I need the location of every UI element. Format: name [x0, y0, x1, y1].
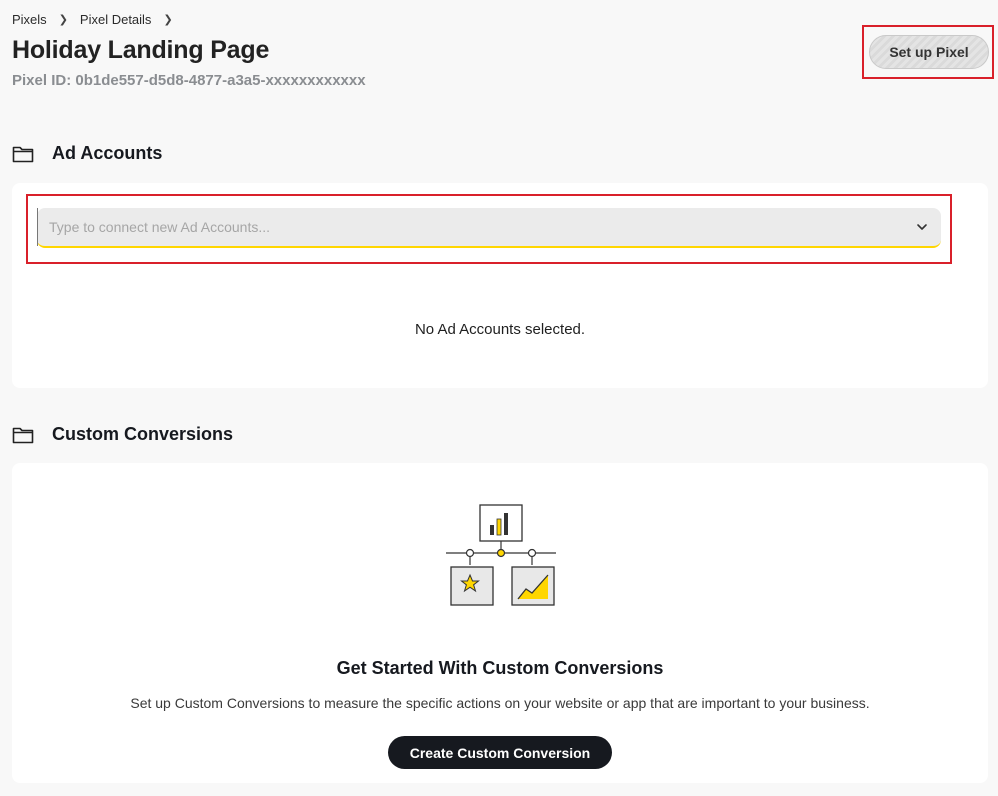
ad-accounts-card: No Ad Accounts selected. — [12, 183, 988, 388]
page-title: Holiday Landing Page — [12, 36, 270, 64]
breadcrumb-item-pixels[interactable]: Pixels — [12, 12, 47, 27]
breadcrumb: Pixels ❯ Pixel Details ❯ — [12, 12, 185, 27]
custom-conversions-heading-label: Custom Conversions — [52, 424, 234, 444]
breadcrumb-item-pixel-details[interactable]: Pixel Details — [80, 12, 152, 27]
ad-accounts-select-highlight — [26, 194, 952, 264]
folder-icon — [12, 427, 34, 443]
custom-conversions-heading: Custom Conversions — [12, 424, 233, 445]
conversion-illustration-icon — [446, 504, 556, 606]
setup-pixel-button[interactable]: Set up Pixel — [869, 35, 989, 69]
custom-conversions-card: Get Started With Custom Conversions Set … — [12, 463, 988, 783]
ad-accounts-heading-label: Ad Accounts — [52, 143, 163, 163]
chevron-right-icon: ❯ — [163, 14, 173, 26]
custom-conversions-description: Set up Custom Conversions to measure the… — [130, 695, 870, 711]
custom-conversions-title: Get Started With Custom Conversions — [336, 658, 664, 678]
ad-accounts-input[interactable] — [37, 208, 914, 246]
folder-icon — [12, 146, 34, 162]
chevron-down-icon[interactable] — [914, 219, 930, 235]
setup-pixel-highlight: Set up Pixel — [862, 25, 994, 79]
ad-accounts-heading: Ad Accounts — [12, 143, 162, 164]
ad-accounts-select[interactable] — [37, 208, 941, 248]
chevron-right-icon: ❯ — [58, 14, 68, 26]
pixel-id: Pixel ID: 0b1de557-d5d8-4877-a3a5-xxxxxx… — [12, 72, 366, 89]
ad-accounts-empty-message: No Ad Accounts selected. — [414, 321, 586, 338]
create-custom-conversion-button[interactable]: Create Custom Conversion — [388, 736, 612, 769]
